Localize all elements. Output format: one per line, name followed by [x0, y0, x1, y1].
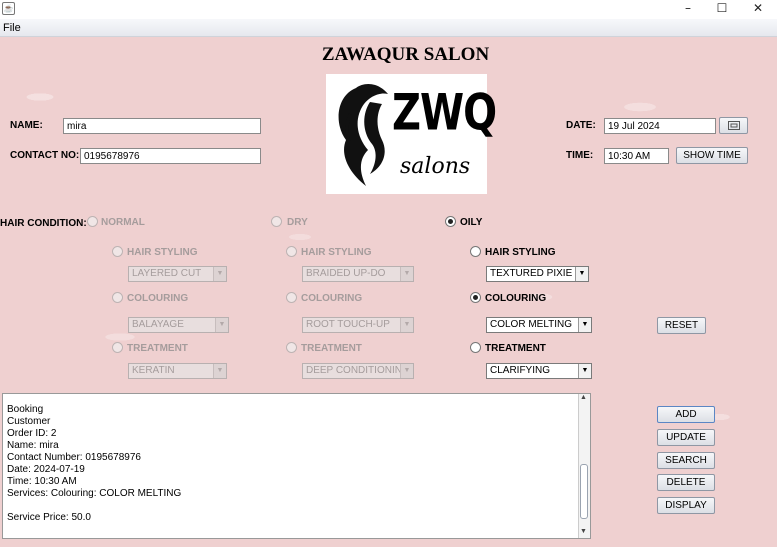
scroll-up-icon[interactable]: ▲	[580, 394, 587, 401]
close-button[interactable]: ✕	[740, 0, 776, 17]
scroll-down-icon[interactable]: ▼	[580, 528, 587, 535]
col3-styling-label: HAIR STYLING	[485, 247, 556, 258]
col3-treatment-combo[interactable]: CLARIFYING ▼	[486, 363, 592, 379]
chevron-down-icon: ▼	[215, 318, 228, 332]
logo-letters: ZWQ	[392, 84, 497, 142]
output-line: Date: 2024-07-19	[7, 464, 85, 475]
calendar-button[interactable]	[719, 117, 748, 134]
name-label: NAME:	[10, 120, 43, 131]
col3-styling-combo[interactable]: TEXTURED PIXIE ... ▼	[486, 266, 589, 282]
output-line: Customer	[7, 416, 51, 427]
output-line: Service Price: 50.0	[7, 512, 91, 523]
menu-file[interactable]: File	[3, 22, 21, 34]
col3-styling-radio[interactable]	[470, 246, 481, 257]
scrollbar-thumb[interactable]	[580, 464, 588, 519]
output-line: Booking	[7, 404, 44, 415]
dry-label: DRY	[287, 217, 308, 228]
name-field[interactable]: mira	[63, 118, 261, 134]
col1-treatment-value: KERATIN	[132, 365, 175, 376]
oily-radio[interactable]	[445, 216, 456, 227]
vertical-scrollbar[interactable]: ▲ ▼	[578, 394, 590, 538]
show-time-button[interactable]: SHOW TIME	[676, 147, 748, 164]
chevron-down-icon: ▼	[400, 364, 413, 378]
output-line: Name: mira	[7, 440, 59, 451]
col2-colouring-radio[interactable]	[286, 292, 297, 303]
chevron-down-icon: ▼	[575, 267, 588, 281]
col3-colouring-combo[interactable]: COLOR MELTING ▼	[486, 317, 592, 333]
col2-colouring-combo[interactable]: ROOT TOUCH-UP ▼	[302, 317, 414, 333]
col1-styling-radio[interactable]	[112, 246, 123, 257]
page-title: ZAWAQUR SALON	[321, 44, 490, 65]
col3-colouring-label: COLOURING	[485, 293, 547, 304]
col2-styling-label: HAIR STYLING	[301, 247, 372, 258]
normal-radio[interactable]	[87, 216, 98, 227]
logo-script: salons	[400, 154, 471, 179]
col2-styling-value: BRAIDED UP-DO	[306, 268, 386, 279]
menu-bar: File	[0, 19, 777, 37]
col1-treatment-radio[interactable]	[112, 342, 123, 353]
search-button[interactable]: SEARCH	[657, 452, 715, 469]
col1-colouring-radio[interactable]	[112, 292, 123, 303]
col1-colouring-label: COLOURING	[127, 293, 189, 304]
col2-colouring-label: COLOURING	[301, 293, 363, 304]
output-line: Contact Number: 0195678976	[7, 452, 141, 463]
time-label: TIME:	[566, 150, 594, 161]
col2-treatment-value: DEEP CONDITIONING	[306, 365, 410, 376]
col2-treatment-radio[interactable]	[286, 342, 297, 353]
chevron-down-icon: ▼	[578, 364, 591, 378]
normal-label: NORMAL	[101, 217, 145, 228]
output-line: Time: 10:30 AM	[7, 476, 77, 487]
add-button[interactable]: ADD	[657, 406, 715, 423]
output-line: Services: Colouring: COLOR MELTING	[7, 488, 182, 499]
col3-treatment-radio[interactable]	[470, 342, 481, 353]
col3-colouring-radio[interactable]	[470, 292, 481, 303]
dry-radio[interactable]	[271, 216, 282, 227]
contact-field[interactable]: 0195678976	[80, 148, 261, 164]
hair-condition-label: HAIR CONDITION:	[0, 218, 87, 229]
col2-colouring-value: ROOT TOUCH-UP	[306, 319, 390, 330]
col2-styling-combo[interactable]: BRAIDED UP-DO ▼	[302, 266, 414, 282]
chevron-down-icon: ▼	[578, 318, 591, 332]
salon-logo: ZWQ salons	[326, 74, 497, 194]
minimize-button[interactable]: –	[670, 0, 706, 17]
col3-treatment-value: CLARIFYING	[490, 365, 551, 376]
col1-colouring-combo[interactable]: BALAYAGE ▼	[128, 317, 229, 333]
output-line: Order ID: 2	[7, 428, 57, 439]
contact-label: CONTACT NO:	[10, 150, 80, 161]
col1-treatment-combo[interactable]: KERATIN ▼	[128, 363, 227, 379]
oily-label: OILY	[460, 217, 483, 228]
col2-treatment-label: TREATMENT	[301, 343, 362, 354]
col3-colouring-value: COLOR MELTING	[490, 319, 573, 330]
col2-styling-radio[interactable]	[286, 246, 297, 257]
col2-treatment-combo[interactable]: DEEP CONDITIONING ▼	[302, 363, 414, 379]
col1-colouring-value: BALAYAGE	[132, 319, 184, 330]
chevron-down-icon: ▼	[213, 267, 226, 281]
col3-treatment-label: TREATMENT	[485, 343, 546, 354]
window-titlebar: ☕ – ☐ ✕	[0, 0, 777, 19]
col3-styling-value: TEXTURED PIXIE ...	[490, 268, 584, 279]
booking-output-textarea[interactable]: Booking Customer Order ID: 2 Name: mira …	[2, 393, 591, 539]
chevron-down-icon: ▼	[400, 318, 413, 332]
date-label: DATE:	[566, 120, 596, 131]
chevron-down-icon: ▼	[213, 364, 226, 378]
reset-button[interactable]: RESET	[657, 317, 706, 334]
time-field[interactable]: 10:30 AM	[604, 148, 669, 164]
date-field[interactable]: 19 Jul 2024	[604, 118, 716, 134]
col1-treatment-label: TREATMENT	[127, 343, 188, 354]
delete-button[interactable]: DELETE	[657, 474, 715, 491]
java-icon: ☕	[2, 2, 15, 15]
col1-styling-label: HAIR STYLING	[127, 247, 198, 258]
update-button[interactable]: UPDATE	[657, 429, 715, 446]
maximize-button[interactable]: ☐	[704, 0, 740, 17]
calendar-icon	[727, 121, 740, 130]
display-button[interactable]: DISPLAY	[657, 497, 715, 514]
col1-styling-value: LAYERED CUT	[132, 268, 202, 279]
chevron-down-icon: ▼	[400, 267, 413, 281]
col1-styling-combo[interactable]: LAYERED CUT ▼	[128, 266, 227, 282]
